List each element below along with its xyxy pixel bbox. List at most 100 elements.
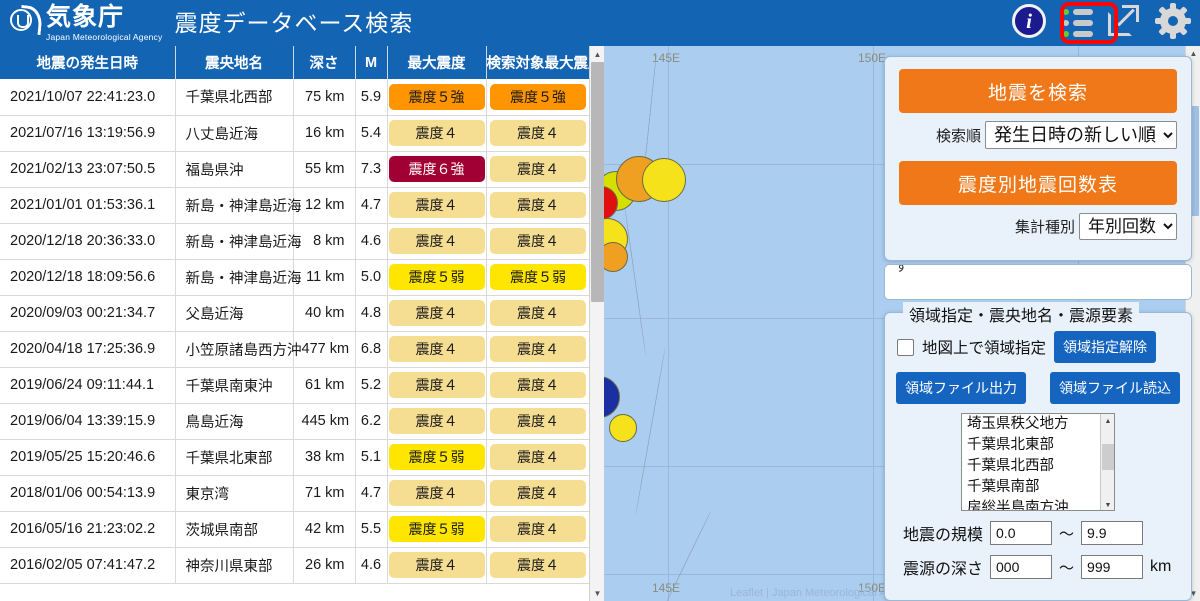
- region-list-scroll-up[interactable]: ▲: [1101, 414, 1114, 428]
- table-scrollbar-thumb[interactable]: [591, 62, 604, 302]
- table-row[interactable]: 2021/07/16 13:19:56.9 八丈島近海 16 km 5.4 震度４ 震度４: [0, 115, 591, 152]
- column-header-max-intensity[interactable]: 最大震度: [387, 46, 487, 79]
- clear-region-button[interactable]: 領域指定解除: [1054, 331, 1157, 363]
- table-row[interactable]: 2021/01/01 01:53:36.1 新島・神津島近海 12 km 4.7 震度４…: [0, 187, 591, 224]
- table-row[interactable]: 2016/02/05 07:41:47.2 神奈川県東部 26 km 4.6 震度４ 震度…: [0, 547, 591, 584]
- table-scroll-down-arrow[interactable]: ▼: [590, 585, 604, 601]
- intensity-badge: 震度４: [388, 119, 485, 147]
- cell-target-max-intensity: 震度４: [486, 439, 591, 476]
- table-row[interactable]: 2018/01/06 00:54:13.9 東京湾 71 km 4.7 震度４ 震度４: [0, 475, 591, 512]
- table-row[interactable]: 2020/12/18 20:36:33.0 新島・神津島近海 8 km 4.6 震度４ 震…: [0, 223, 591, 260]
- table-row[interactable]: 2020/04/18 17:25:36.9 小笠原諸島西方沖 477 km 6.8 震度…: [0, 331, 591, 368]
- epicenter-marker[interactable]: [609, 414, 637, 442]
- info-icon[interactable]: i: [1012, 4, 1050, 42]
- cell-depth: 477 km: [293, 331, 356, 368]
- table-row[interactable]: 2020/12/18 18:09:56.6 新島・神津島近海 11 km 5.0 震度５…: [0, 259, 591, 296]
- column-header-depth[interactable]: 深さ: [293, 46, 356, 79]
- map-region-select-row: 地図上で領域指定 領域指定解除: [897, 331, 1179, 363]
- intensity-badge: 震度４: [490, 407, 586, 435]
- table-row[interactable]: 2019/05/25 15:20:46.6 千葉県北東部 38 km 5.1 震度５弱震…: [0, 439, 591, 476]
- cell-datetime: 2021/07/16 13:19:56.9: [0, 115, 176, 152]
- depth-range-row: 震源の深さ ～ km: [897, 555, 1179, 579]
- intensity-count-table-button[interactable]: 震度別地震回数表: [899, 161, 1177, 205]
- depth-max-input[interactable]: [1081, 555, 1144, 579]
- agency-name-en: Japan Meteorological Agency: [46, 31, 163, 42]
- table-row[interactable]: 2019/06/24 09:11:44.1 千葉県南東沖 61 km 5.2 震度４ 震度…: [0, 367, 591, 404]
- cell-datetime: 2019/05/25 15:20:46.6: [0, 439, 176, 476]
- table-row[interactable]: 2019/06/04 13:39:15.9 鳥島近海 445 km 6.2 震度４ 震度４: [0, 403, 591, 440]
- cell-magnitude: 5.9: [355, 79, 388, 116]
- cell-max-intensity: 震度４: [387, 295, 487, 332]
- column-header-datetime[interactable]: 地震の発生日時: [0, 46, 176, 79]
- cell-depth: 61 km: [293, 367, 356, 404]
- table-vertical-scrollbar[interactable]: ▲ ▼: [589, 46, 604, 601]
- cell-datetime: 2020/12/18 18:09:56.6: [0, 259, 176, 296]
- search-earthquakes-button[interactable]: 地震を検索: [899, 69, 1177, 113]
- region-option[interactable]: 房総半島南方沖: [962, 498, 1114, 510]
- popout-icon[interactable]: [1108, 4, 1146, 42]
- cell-epicenter: 父島近海: [175, 295, 294, 332]
- intensity-badge: 震度４: [490, 335, 586, 363]
- cell-max-intensity: 震度４: [387, 547, 487, 584]
- list-menu-icon[interactable]: [1060, 4, 1098, 42]
- cell-max-intensity: 震度５強: [387, 79, 487, 116]
- magnitude-range-row: 地震の規模 ～: [897, 521, 1179, 545]
- cell-target-max-intensity: 震度４: [486, 187, 591, 224]
- intensity-badge: 震度５弱: [388, 263, 485, 291]
- cell-depth: 75 km: [293, 79, 356, 116]
- region-list-scroll-thumb[interactable]: [1102, 444, 1114, 470]
- magnitude-min-input[interactable]: [990, 521, 1053, 545]
- region-name-listbox[interactable]: 埼玉県秩父地方 千葉県北東部 千葉県北西部 千葉県南部 房総半島南方沖 ▲ ▼: [961, 413, 1115, 511]
- table-row[interactable]: 2020/09/03 00:21:34.7 父島近海 40 km 4.8 震度４ 震度４: [0, 295, 591, 332]
- search-order-row: 検索順 発生日時の新しい順: [899, 121, 1177, 149]
- region-list-scroll-down[interactable]: ▼: [1101, 498, 1114, 510]
- region-option[interactable]: 千葉県南部: [962, 477, 1114, 498]
- import-region-file-button[interactable]: 領域ファイル読込: [1050, 372, 1180, 404]
- region-option[interactable]: 千葉県北西部: [962, 456, 1114, 477]
- epicenter-marker[interactable]: [642, 158, 686, 202]
- cell-datetime: 2019/06/24 09:11:44.1: [0, 367, 176, 404]
- column-header-magnitude[interactable]: M: [355, 46, 388, 79]
- aggregate-type-label: 集計種別: [1014, 219, 1075, 236]
- settings-gear-icon[interactable]: [1155, 3, 1194, 42]
- magnitude-range-separator: ～: [1059, 525, 1075, 543]
- cell-target-max-intensity: 震度４: [486, 511, 591, 548]
- cell-target-max-intensity: 震度４: [486, 223, 591, 260]
- map-region-checkbox[interactable]: [897, 338, 914, 356]
- export-region-file-button[interactable]: 領域ファイル出力: [896, 372, 1026, 404]
- depth-range-separator: ～: [1059, 559, 1075, 577]
- map-region-checkbox-label: 地図上で領域指定: [922, 340, 1047, 357]
- aggregate-type-select[interactable]: 年別回数: [1079, 213, 1177, 240]
- depth-label: 震源の深さ: [903, 561, 984, 578]
- search-order-select[interactable]: 発生日時の新しい順: [985, 121, 1177, 149]
- cell-datetime: 2020/12/18 20:36:33.0: [0, 223, 176, 260]
- column-header-target-max-intensity[interactable]: 検索対象最大震度: [486, 46, 603, 79]
- cell-target-max-intensity: 震度４: [486, 151, 591, 188]
- intensity-badge: 震度４: [490, 191, 586, 219]
- region-option[interactable]: 埼玉県秩父地方: [962, 414, 1114, 435]
- earthquake-database-app: 気象庁 Japan Meteorological Agency 震度データベース…: [0, 0, 1200, 601]
- cell-max-intensity: 震度６強: [387, 151, 487, 188]
- column-header-epicenter[interactable]: 震央地名: [175, 46, 294, 79]
- cell-datetime: 2021/10/07 22:41:23.0: [0, 79, 176, 116]
- magnitude-label: 地震の規模: [903, 527, 984, 544]
- region-option[interactable]: 千葉県北東部: [962, 435, 1114, 456]
- agency-name-ja: 気象庁: [46, 2, 125, 31]
- magnitude-max-input[interactable]: [1081, 521, 1144, 545]
- clipped-note-box: す: [884, 264, 1192, 300]
- table-scroll-up-arrow[interactable]: ▲: [590, 46, 604, 62]
- table-row[interactable]: 2021/02/13 23:07:50.5 福島県沖 55 km 7.3 震度６強 震度４: [0, 151, 591, 188]
- region-list-scrollbar[interactable]: ▲ ▼: [1100, 414, 1114, 510]
- cell-datetime: 2021/02/13 23:07:50.5: [0, 151, 176, 188]
- jma-logo: 気象庁 Japan Meteorological Agency: [0, 2, 163, 42]
- cell-magnitude: 5.0: [355, 259, 388, 296]
- depth-min-input[interactable]: [990, 555, 1053, 579]
- table-row[interactable]: 2016/05/16 21:23:02.2 茨城県南部 42 km 5.5 震度５弱 震度…: [0, 511, 591, 548]
- cell-epicenter: 鳥島近海: [175, 403, 294, 440]
- table-row[interactable]: 2021/10/07 22:41:23.0 千葉県北西部 75 km 5.9 震度５強震…: [0, 79, 591, 116]
- intensity-badge: 震度４: [490, 155, 586, 183]
- intensity-badge: 震度４: [490, 443, 586, 471]
- intensity-badge: 震度４: [388, 407, 485, 435]
- cell-target-max-intensity: 震度４: [486, 403, 591, 440]
- intensity-badge: 震度４: [490, 515, 586, 543]
